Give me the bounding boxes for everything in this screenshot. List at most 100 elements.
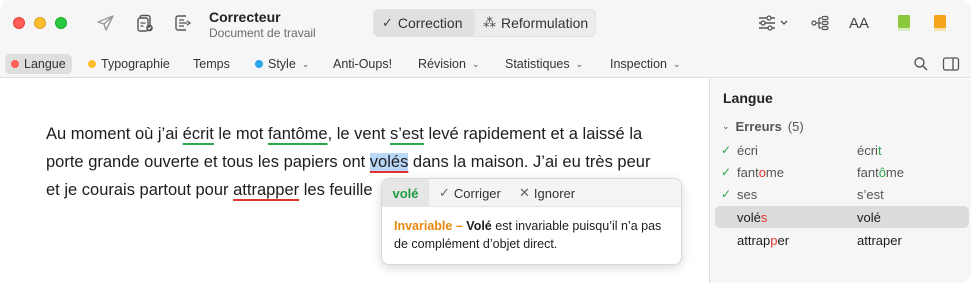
tab-statistiques-label: Statistiques bbox=[505, 57, 570, 71]
fix-text: s’est bbox=[857, 186, 884, 202]
font-size-label: AA bbox=[848, 14, 869, 32]
search-icon[interactable] bbox=[910, 53, 932, 75]
paper-plane-icon[interactable] bbox=[95, 12, 117, 34]
tab-anti-oups[interactable]: Anti-Oups! bbox=[327, 54, 398, 74]
sparkle-icon: ⁂ bbox=[483, 15, 496, 30]
error-correction: attraper bbox=[857, 233, 902, 248]
tab-typographie-label: Typographie bbox=[101, 57, 170, 71]
chevron-down-icon: ⌄ bbox=[722, 121, 730, 131]
text-run: porte grande ouverte et tous les papiers… bbox=[46, 153, 370, 171]
errors-group-label: Erreurs bbox=[735, 119, 782, 134]
error-changed-letter: s bbox=[760, 209, 768, 225]
document-subtitle: Document de travail bbox=[209, 26, 316, 40]
font-size-icon[interactable]: AA bbox=[847, 12, 871, 34]
text-run: Au moment où j’ai bbox=[46, 125, 183, 143]
tab-reformulation[interactable]: ⁂ Reformulation bbox=[475, 10, 595, 36]
error-row[interactable]: attrapper attraper bbox=[715, 229, 969, 251]
checkmark-icon: ✓ bbox=[382, 15, 393, 30]
tab-inspection-label: Inspection bbox=[610, 57, 667, 71]
errors-group-header[interactable]: ⌄ Erreurs (5) bbox=[721, 119, 804, 134]
corrected-word[interactable]: écrit bbox=[183, 125, 214, 143]
error-correction: volé bbox=[857, 210, 881, 225]
mode-segmented-control: ✓ Correction ⁂ Reformulation bbox=[373, 9, 596, 37]
error-row[interactable]: ✓ fantome fantôme bbox=[715, 161, 969, 183]
minimize-window-button[interactable] bbox=[34, 17, 46, 29]
tab-statistiques[interactable]: Statistiques ⌄ bbox=[499, 54, 589, 74]
text-run: le mot bbox=[213, 125, 268, 143]
zoom-window-button[interactable] bbox=[55, 17, 67, 29]
app-title: Correcteur bbox=[209, 9, 281, 25]
corrected-word[interactable]: fantôme bbox=[268, 125, 328, 143]
error-text: ses bbox=[737, 186, 758, 202]
fix-text: volé bbox=[857, 209, 881, 225]
explanation-keyword: Volé bbox=[466, 219, 492, 233]
error-text: écri bbox=[737, 142, 758, 158]
suggestion-word[interactable]: volé bbox=[382, 179, 429, 207]
error-correction: s’est bbox=[857, 187, 884, 202]
yellow-dot-icon bbox=[88, 60, 96, 68]
checkmark-icon: ✓ bbox=[439, 185, 450, 200]
red-dot-icon bbox=[11, 60, 19, 68]
popover-header: volé ✓ Corriger ✕ Ignorer bbox=[382, 179, 681, 207]
green-book-icon[interactable] bbox=[893, 12, 915, 34]
app-window: Correcteur Document de travail ✓ Correct… bbox=[0, 0, 971, 283]
error-original: fantome bbox=[737, 165, 784, 180]
text-run: , le vent bbox=[327, 125, 390, 143]
text-run: et je courais partout pour bbox=[46, 181, 234, 199]
chevron-down-icon: ⌄ bbox=[672, 58, 681, 69]
sliders-icon[interactable] bbox=[757, 12, 791, 34]
errors-sidebar: Langue ⌄ Erreurs (5) ✓ écri écrit ✓ fant… bbox=[709, 79, 971, 283]
error-text: fant bbox=[737, 164, 759, 180]
tab-style[interactable]: Style ⌄ bbox=[249, 54, 315, 74]
checkmark-icon: ✓ bbox=[721, 143, 732, 157]
fix-changed-letter: t bbox=[877, 142, 882, 158]
tab-revision[interactable]: Révision ⌄ bbox=[412, 54, 485, 74]
tab-revision-label: Révision bbox=[418, 57, 466, 71]
error-type-label: Invariable – bbox=[394, 219, 463, 233]
close-icon: ✕ bbox=[519, 185, 530, 200]
correct-button-label: Corriger bbox=[453, 185, 501, 201]
error-correction: écrit bbox=[857, 143, 882, 158]
tab-reformulation-label: Reformulation bbox=[501, 15, 589, 31]
fix-changed-letter: ô bbox=[878, 164, 886, 180]
fix-text: me bbox=[885, 164, 904, 180]
tab-langue-label: Langue bbox=[24, 57, 66, 71]
check-document-icon[interactable] bbox=[135, 12, 157, 34]
chevron-down-icon: ⌄ bbox=[575, 58, 584, 69]
tab-langue[interactable]: Langue bbox=[5, 54, 72, 74]
tab-temps[interactable]: Temps bbox=[187, 54, 236, 74]
error-original: volés bbox=[737, 210, 767, 225]
error-correction: fantôme bbox=[857, 165, 904, 180]
error-original: ses bbox=[737, 187, 757, 202]
export-document-icon[interactable] bbox=[172, 12, 194, 34]
error-row[interactable]: ✓ écri écrit bbox=[715, 139, 969, 161]
text-run: dans la maison. J’ai eu très peur bbox=[408, 153, 651, 171]
tab-typographie[interactable]: Typographie bbox=[82, 54, 176, 74]
blue-dot-icon bbox=[255, 60, 263, 68]
correction-popover: volé ✓ Corriger ✕ Ignorer Invariable – V… bbox=[381, 178, 682, 265]
corrected-word[interactable]: s’est bbox=[390, 125, 424, 143]
outline-tree-icon[interactable] bbox=[809, 12, 831, 34]
orange-book-icon[interactable] bbox=[929, 12, 951, 34]
correct-button[interactable]: ✓ Corriger bbox=[439, 183, 501, 203]
error-text: volé bbox=[737, 209, 761, 225]
fix-text: fant bbox=[857, 164, 879, 180]
error-text: attrap bbox=[737, 232, 771, 248]
chevron-down-icon: ⌄ bbox=[301, 58, 310, 69]
error-word[interactable]: attrapper bbox=[233, 181, 299, 199]
tab-correction[interactable]: ✓ Correction bbox=[374, 10, 475, 36]
tab-inspection[interactable]: Inspection ⌄ bbox=[604, 54, 687, 74]
error-word-selected[interactable]: volés bbox=[369, 153, 409, 171]
error-row[interactable]: ✓ ses s’est bbox=[715, 183, 969, 205]
error-original: écri bbox=[737, 143, 758, 158]
sidebar-toggle-icon[interactable] bbox=[940, 53, 962, 75]
close-window-button[interactable] bbox=[13, 17, 25, 29]
error-text: er bbox=[777, 232, 790, 248]
ignore-button[interactable]: ✕ Ignorer bbox=[519, 183, 575, 203]
tab-temps-label: Temps bbox=[193, 57, 230, 71]
tab-anti-oups-label: Anti-Oups! bbox=[333, 57, 393, 71]
error-changed-letter: o bbox=[758, 164, 766, 180]
checkmark-icon: ✓ bbox=[721, 165, 732, 179]
chevron-down-icon: ⌄ bbox=[471, 58, 480, 69]
error-row-selected[interactable]: volés volé bbox=[715, 206, 969, 228]
